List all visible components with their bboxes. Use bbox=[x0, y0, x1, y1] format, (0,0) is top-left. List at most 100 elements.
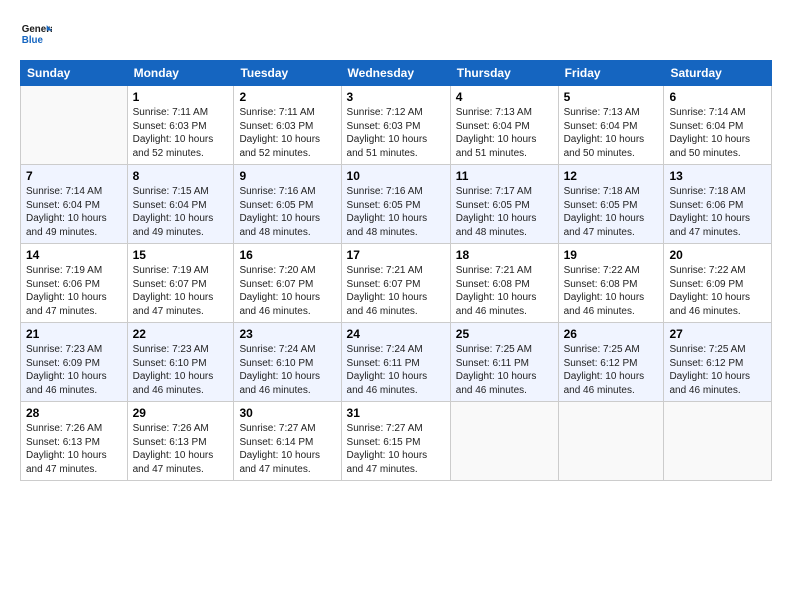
day-info: Sunrise: 7:16 AM Sunset: 6:05 PM Dayligh… bbox=[347, 185, 445, 239]
svg-text:Blue: Blue bbox=[22, 35, 44, 46]
weekday-header: Thursday bbox=[450, 61, 558, 86]
calendar-cell: 17 Sunrise: 7:21 AM Sunset: 6:07 PM Dayli… bbox=[341, 244, 450, 323]
day-number: 24 bbox=[347, 327, 445, 341]
calendar-cell: 25Sunrise: 7:25 AM Sunset: 6:11 PM Dayli… bbox=[450, 323, 558, 402]
day-info: Sunrise: 7:26 AM Sunset: 6:13 PM Dayligh… bbox=[26, 422, 122, 476]
day-number: 9 bbox=[239, 169, 335, 183]
day-info: Sunrise: 7:16 AM Sunset: 6:05 PM Dayligh… bbox=[239, 185, 335, 239]
day-number: 11 bbox=[456, 169, 553, 183]
day-info: Sunrise: 7:25 AM Sunset: 6:12 PM Dayligh… bbox=[669, 343, 766, 397]
day-info: Sunrise: 7:23 AM Sunset: 6:10 PM Dayligh… bbox=[133, 343, 229, 397]
day-info: Sunrise: 7:15 AM Sunset: 6:04 PM Dayligh… bbox=[133, 185, 229, 239]
calendar-cell: 18 Sunrise: 7:21 AM Sunset: 6:08 PM Dayli… bbox=[450, 244, 558, 323]
day-info: Sunrise: 7:19 AM Sunset: 6:06 PM Dayligh… bbox=[26, 264, 122, 318]
day-info: Sunrise: 7:11 AM Sunset: 6:03 PM Dayligh… bbox=[133, 106, 229, 160]
day-info: Sunrise: 7:18 AM Sunset: 6:05 PM Dayligh… bbox=[564, 185, 659, 239]
calendar-cell: 2Sunrise: 7:11 AM Sunset: 6:03 PM Daylig… bbox=[234, 86, 341, 165]
calendar-cell: 27 Sunrise: 7:25 AM Sunset: 6:12 PM Dayli… bbox=[664, 323, 772, 402]
page: General Blue SundayMondayTuesdayWednesda… bbox=[0, 0, 792, 612]
calendar-cell bbox=[558, 402, 664, 481]
day-number: 29 bbox=[133, 406, 229, 420]
logo-icon: General Blue bbox=[20, 18, 52, 50]
calendar-cell: 24 Sunrise: 7:24 AM Sunset: 6:11 PM Dayli… bbox=[341, 323, 450, 402]
day-info: Sunrise: 7:14 AM Sunset: 6:04 PM Dayligh… bbox=[26, 185, 122, 239]
calendar-cell: 9 Sunrise: 7:16 AM Sunset: 6:05 PM Daylig… bbox=[234, 165, 341, 244]
day-info: Sunrise: 7:19 AM Sunset: 6:07 PM Dayligh… bbox=[133, 264, 229, 318]
day-info: Sunrise: 7:24 AM Sunset: 6:10 PM Dayligh… bbox=[239, 343, 335, 397]
day-number: 23 bbox=[239, 327, 335, 341]
day-info: Sunrise: 7:14 AM Sunset: 6:04 PM Dayligh… bbox=[669, 106, 766, 160]
day-number: 26 bbox=[564, 327, 659, 341]
day-number: 3 bbox=[347, 90, 445, 104]
calendar-cell: 30 Sunrise: 7:27 AM Sunset: 6:14 PM Dayli… bbox=[234, 402, 341, 481]
calendar-cell: 3 Sunrise: 7:12 AM Sunset: 6:03 PM Daylig… bbox=[341, 86, 450, 165]
header: General Blue bbox=[20, 18, 772, 50]
weekday-header: Saturday bbox=[664, 61, 772, 86]
day-number: 31 bbox=[347, 406, 445, 420]
day-info: Sunrise: 7:21 AM Sunset: 6:08 PM Dayligh… bbox=[456, 264, 553, 318]
calendar-cell: 11 Sunrise: 7:17 AM Sunset: 6:05 PM Dayli… bbox=[450, 165, 558, 244]
day-number: 15 bbox=[133, 248, 229, 262]
weekday-header: Tuesday bbox=[234, 61, 341, 86]
calendar-cell: 16 Sunrise: 7:20 AM Sunset: 6:07 PM Dayli… bbox=[234, 244, 341, 323]
weekday-header: Wednesday bbox=[341, 61, 450, 86]
day-number: 7 bbox=[26, 169, 122, 183]
day-number: 2 bbox=[239, 90, 335, 104]
weekday-header: Sunday bbox=[21, 61, 128, 86]
day-number: 22 bbox=[133, 327, 229, 341]
day-info: Sunrise: 7:26 AM Sunset: 6:13 PM Dayligh… bbox=[133, 422, 229, 476]
day-number: 1 bbox=[133, 90, 229, 104]
day-number: 5 bbox=[564, 90, 659, 104]
day-number: 10 bbox=[347, 169, 445, 183]
day-info: Sunrise: 7:22 AM Sunset: 6:09 PM Dayligh… bbox=[669, 264, 766, 318]
calendar-cell: 4 Sunrise: 7:13 AM Sunset: 6:04 PM Daylig… bbox=[450, 86, 558, 165]
weekday-header: Friday bbox=[558, 61, 664, 86]
calendar-cell: 26 Sunrise: 7:25 AM Sunset: 6:12 PM Dayli… bbox=[558, 323, 664, 402]
day-info: Sunrise: 7:13 AM Sunset: 6:04 PM Dayligh… bbox=[456, 106, 553, 160]
day-info: Sunrise: 7:25 AM Sunset: 6:12 PM Dayligh… bbox=[564, 343, 659, 397]
calendar-cell: 6 Sunrise: 7:14 AM Sunset: 6:04 PM Daylig… bbox=[664, 86, 772, 165]
day-number: 20 bbox=[669, 248, 766, 262]
day-number: 13 bbox=[669, 169, 766, 183]
day-info: Sunrise: 7:27 AM Sunset: 6:14 PM Dayligh… bbox=[239, 422, 335, 476]
calendar-cell: 12Sunrise: 7:18 AM Sunset: 6:05 PM Dayli… bbox=[558, 165, 664, 244]
calendar-cell: 19 Sunrise: 7:22 AM Sunset: 6:08 PM Dayli… bbox=[558, 244, 664, 323]
day-number: 28 bbox=[26, 406, 122, 420]
day-number: 17 bbox=[347, 248, 445, 262]
day-info: Sunrise: 7:17 AM Sunset: 6:05 PM Dayligh… bbox=[456, 185, 553, 239]
day-number: 19 bbox=[564, 248, 659, 262]
calendar-cell: 7 Sunrise: 7:14 AM Sunset: 6:04 PM Daylig… bbox=[21, 165, 128, 244]
day-number: 18 bbox=[456, 248, 553, 262]
day-info: Sunrise: 7:20 AM Sunset: 6:07 PM Dayligh… bbox=[239, 264, 335, 318]
day-info: Sunrise: 7:23 AM Sunset: 6:09 PM Dayligh… bbox=[26, 343, 122, 397]
day-number: 21 bbox=[26, 327, 122, 341]
day-number: 6 bbox=[669, 90, 766, 104]
calendar-cell: 15 Sunrise: 7:19 AM Sunset: 6:07 PM Dayli… bbox=[127, 244, 234, 323]
calendar-cell bbox=[664, 402, 772, 481]
day-number: 30 bbox=[239, 406, 335, 420]
day-info: Sunrise: 7:12 AM Sunset: 6:03 PM Dayligh… bbox=[347, 106, 445, 160]
calendar-cell bbox=[450, 402, 558, 481]
day-number: 25 bbox=[456, 327, 553, 341]
calendar-cell bbox=[21, 86, 128, 165]
calendar-cell: 10 Sunrise: 7:16 AM Sunset: 6:05 PM Dayli… bbox=[341, 165, 450, 244]
calendar-cell: 1 Sunrise: 7:11 AM Sunset: 6:03 PM Daylig… bbox=[127, 86, 234, 165]
day-info: Sunrise: 7:21 AM Sunset: 6:07 PM Dayligh… bbox=[347, 264, 445, 318]
day-info: Sunrise: 7:18 AM Sunset: 6:06 PM Dayligh… bbox=[669, 185, 766, 239]
calendar-cell: 14Sunrise: 7:19 AM Sunset: 6:06 PM Dayli… bbox=[21, 244, 128, 323]
calendar-cell: 8 Sunrise: 7:15 AM Sunset: 6:04 PM Daylig… bbox=[127, 165, 234, 244]
day-number: 16 bbox=[239, 248, 335, 262]
day-info: Sunrise: 7:13 AM Sunset: 6:04 PM Dayligh… bbox=[564, 106, 659, 160]
calendar-cell: 22 Sunrise: 7:23 AM Sunset: 6:10 PM Dayli… bbox=[127, 323, 234, 402]
day-info: Sunrise: 7:24 AM Sunset: 6:11 PM Dayligh… bbox=[347, 343, 445, 397]
calendar-cell: 28 Sunrise: 7:26 AM Sunset: 6:13 PM Dayli… bbox=[21, 402, 128, 481]
day-number: 4 bbox=[456, 90, 553, 104]
calendar-cell: 23 Sunrise: 7:24 AM Sunset: 6:10 PM Dayli… bbox=[234, 323, 341, 402]
calendar-cell: 5 Sunrise: 7:13 AM Sunset: 6:04 PM Daylig… bbox=[558, 86, 664, 165]
calendar-cell: 21 Sunrise: 7:23 AM Sunset: 6:09 PM Dayli… bbox=[21, 323, 128, 402]
calendar-cell: 29 Sunrise: 7:26 AM Sunset: 6:13 PM Dayli… bbox=[127, 402, 234, 481]
logo: General Blue bbox=[20, 18, 56, 50]
day-number: 27 bbox=[669, 327, 766, 341]
day-number: 8 bbox=[133, 169, 229, 183]
day-info: Sunrise: 7:22 AM Sunset: 6:08 PM Dayligh… bbox=[564, 264, 659, 318]
